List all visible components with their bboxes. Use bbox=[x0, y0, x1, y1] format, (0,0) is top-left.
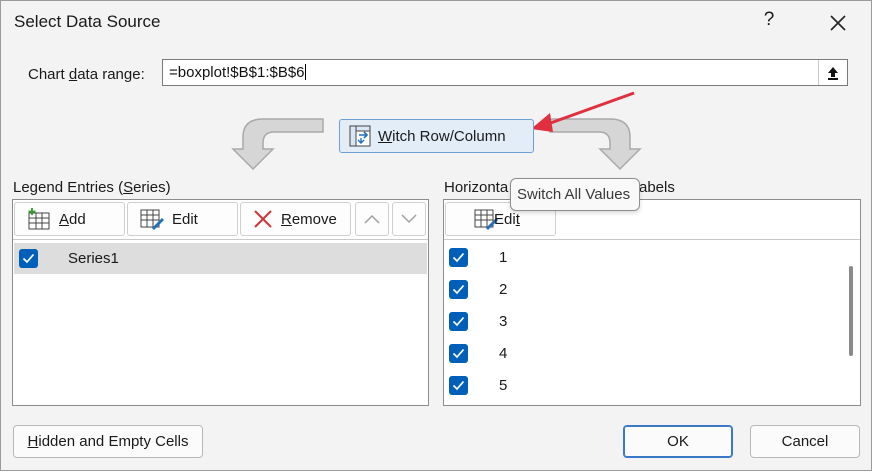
label-part: dd bbox=[69, 210, 86, 228]
close-button[interactable] bbox=[818, 5, 858, 41]
horizontal-axis-labels-label-end: abels bbox=[639, 179, 675, 196]
switch-tooltip: Switch All Values bbox=[510, 178, 640, 211]
category-checkbox[interactable] bbox=[449, 312, 468, 331]
category-list-item[interactable]: 2 bbox=[445, 273, 833, 305]
category-list-item[interactable]: 3 bbox=[445, 305, 833, 337]
label-accelerator: A bbox=[59, 210, 70, 228]
series-list-item[interactable]: Series1 bbox=[14, 243, 427, 274]
horizontal-axis-labels-label: Horizonta bbox=[444, 179, 508, 196]
move-up-button[interactable] bbox=[355, 202, 389, 236]
add-label: Add bbox=[59, 211, 86, 228]
remove-series-button[interactable]: Remove bbox=[240, 202, 351, 236]
legend-toolbar: Add Edit Remove bbox=[13, 200, 428, 240]
checkmark-icon bbox=[22, 253, 35, 264]
category-value: 1 bbox=[499, 249, 508, 266]
chart-data-range-label: Chart data range: bbox=[28, 66, 145, 83]
category-checkbox[interactable] bbox=[449, 376, 468, 395]
hidden-empty-cells-label: Hidden and Empty Cells bbox=[28, 433, 189, 450]
edit-label: Edit bbox=[172, 210, 198, 228]
label-accelerator: t bbox=[515, 210, 520, 228]
remove-x-icon bbox=[254, 210, 272, 228]
edit-table-icon bbox=[140, 209, 164, 230]
category-list-item[interactable]: 1 bbox=[445, 241, 833, 273]
hidden-empty-cells-button[interactable]: Hidden and Empty Cells bbox=[13, 425, 203, 458]
checkmark-icon bbox=[452, 380, 465, 391]
category-value: 2 bbox=[499, 281, 508, 298]
label-part: emove bbox=[291, 210, 337, 228]
label-accelerator: W bbox=[378, 127, 393, 145]
category-checkbox[interactable] bbox=[449, 248, 468, 267]
checkmark-icon bbox=[452, 348, 465, 359]
label-part: eries) bbox=[133, 179, 171, 196]
switch-row-column-label: Witch Row/Column bbox=[378, 128, 506, 145]
checkmark-icon bbox=[452, 284, 465, 295]
label-accelerator: H bbox=[27, 433, 39, 450]
switch-row-column-button[interactable]: Witch Row/Column bbox=[339, 119, 534, 153]
chart-data-range-input[interactable]: =boxplot!$B$1:$B$6 bbox=[162, 59, 848, 86]
series-name: Series1 bbox=[68, 250, 119, 267]
category-list-item[interactable]: 5 bbox=[445, 369, 833, 401]
label-accelerator: R bbox=[281, 210, 292, 228]
label-part: ata range: bbox=[77, 66, 145, 83]
category-scrollbar[interactable] bbox=[846, 244, 858, 404]
category-value: 4 bbox=[499, 345, 508, 362]
axis-labels-panel: Edit 1 2 3 4 5 bbox=[443, 199, 861, 406]
label-part: Horizonta bbox=[444, 179, 509, 196]
move-down-button[interactable] bbox=[392, 202, 426, 236]
axis-toolbar: Edit bbox=[444, 200, 860, 240]
add-series-button[interactable]: Add bbox=[14, 202, 125, 236]
help-button[interactable]: ? bbox=[759, 9, 779, 31]
chart-data-range-value: =boxplot!$B$1:$B$6 bbox=[169, 64, 305, 81]
title-bar: Select Data Source ? bbox=[1, 1, 871, 45]
category-list-item[interactable]: 4 bbox=[445, 337, 833, 369]
category-checkbox[interactable] bbox=[449, 280, 468, 299]
scrollbar-thumb[interactable] bbox=[849, 266, 853, 356]
label-part: Legend Entries ( bbox=[13, 179, 124, 196]
collapse-dialog-button[interactable] bbox=[818, 60, 847, 85]
switch-row-column-icon bbox=[349, 125, 371, 147]
chevron-up-icon bbox=[364, 214, 380, 224]
label-part: abels bbox=[639, 179, 675, 196]
category-checkbox[interactable] bbox=[449, 344, 468, 363]
checkmark-icon bbox=[452, 252, 465, 263]
ok-button[interactable]: OK bbox=[623, 425, 733, 458]
cancel-button[interactable]: Cancel bbox=[750, 425, 860, 458]
checkmark-icon bbox=[452, 316, 465, 327]
label-part: itch Row/Column bbox=[392, 127, 506, 145]
chevron-down-icon bbox=[401, 214, 417, 224]
label-part: Edi bbox=[494, 210, 516, 228]
edit-axis-label: Edit bbox=[494, 211, 520, 228]
annotation-arrow-icon bbox=[544, 91, 635, 127]
right-bent-arrow-icon bbox=[549, 118, 642, 171]
series-checkbox[interactable] bbox=[19, 249, 38, 268]
label-part: Chart bbox=[28, 66, 69, 83]
close-icon bbox=[830, 15, 846, 31]
label-accelerator: S bbox=[123, 179, 134, 196]
select-data-source-dialog: Select Data Source ? Chart data range: =… bbox=[0, 0, 872, 471]
edit-series-button[interactable]: Edit bbox=[127, 202, 238, 236]
label-accelerator: d bbox=[68, 66, 78, 83]
legend-entries-label: Legend Entries (Series) bbox=[13, 179, 171, 196]
collapse-dialog-icon bbox=[828, 66, 838, 80]
category-value: 5 bbox=[499, 377, 508, 394]
dialog-title: Select Data Source bbox=[14, 12, 161, 31]
left-bent-arrow-icon bbox=[231, 118, 324, 171]
category-value: 3 bbox=[499, 313, 508, 330]
add-series-icon bbox=[28, 208, 50, 230]
label-part: idden and Empty Cells bbox=[38, 433, 189, 450]
legend-entries-panel: Add Edit Remove Series1 bbox=[12, 199, 429, 406]
remove-label: Remove bbox=[281, 211, 337, 228]
